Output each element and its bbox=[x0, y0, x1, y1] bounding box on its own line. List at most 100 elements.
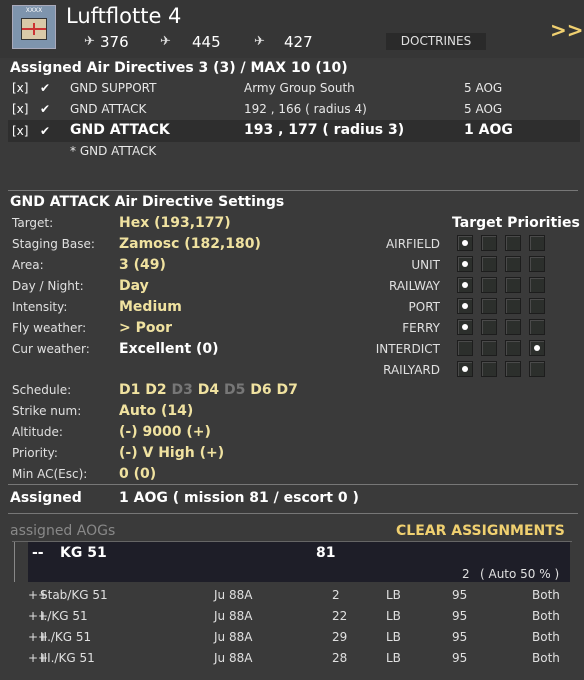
day-toggle[interactable]: D5 bbox=[224, 382, 245, 398]
altitude-decrease-button[interactable]: (-) bbox=[119, 424, 138, 440]
unit-aircraft: Ju 88A bbox=[214, 609, 253, 623]
field-label: Day / Night: bbox=[12, 279, 84, 293]
field-label: Cur weather: bbox=[12, 342, 90, 356]
priority-radio[interactable] bbox=[529, 319, 545, 335]
priority-radio[interactable] bbox=[505, 361, 521, 377]
recon-plane-icon: ✈ bbox=[254, 34, 265, 49]
unit-aircraft: Ju 88A bbox=[214, 588, 253, 602]
directive-toggle[interactable]: [x] bbox=[12, 81, 28, 95]
field-label: Fly weather: bbox=[12, 321, 87, 335]
day-toggle[interactable]: D7 bbox=[277, 382, 298, 398]
priority-row-label: AIRFIELD bbox=[385, 237, 440, 251]
strike-num-value[interactable]: Auto (14) bbox=[119, 403, 193, 419]
schedule-days[interactable]: D1 D2 D3 D4 D5 D6 D7 bbox=[119, 382, 298, 398]
directives-heading: Assigned Air Directives 3 (3) / MAX 10 (… bbox=[10, 60, 348, 76]
unit-name[interactable]: III./KG 51 bbox=[40, 651, 95, 665]
priority-radio[interactable] bbox=[529, 235, 545, 251]
priority-radio[interactable] bbox=[457, 256, 473, 272]
group-collapse-toggle[interactable]: -- bbox=[32, 545, 44, 561]
priority-radio[interactable] bbox=[457, 361, 473, 377]
directive-toggle[interactable]: [x] bbox=[12, 124, 28, 138]
settings-heading: GND ATTACK Air Directive Settings bbox=[10, 194, 285, 210]
unit-count: 29 bbox=[332, 630, 348, 644]
priority-radio[interactable] bbox=[529, 256, 545, 272]
priority-radio[interactable] bbox=[529, 340, 545, 356]
priority-radio[interactable] bbox=[529, 298, 545, 314]
staging-base-value[interactable]: Zamosc (182,180) bbox=[119, 236, 261, 252]
priority-row-label: PORT bbox=[408, 300, 440, 314]
priority-radio[interactable] bbox=[505, 319, 521, 335]
unit-mode[interactable]: Both bbox=[532, 630, 560, 644]
priority-radio[interactable] bbox=[529, 277, 545, 293]
priority-control: (-) V High (+) bbox=[119, 445, 224, 461]
directive-name[interactable]: GND SUPPORT bbox=[70, 81, 156, 95]
target-value[interactable]: Hex (193,177) bbox=[119, 215, 231, 231]
unit-experience: 95 bbox=[452, 609, 468, 623]
unit-count: 22 bbox=[332, 609, 348, 623]
priority-radio[interactable] bbox=[481, 277, 497, 293]
priority-row-label: RAILYARD bbox=[383, 363, 440, 377]
altitude-value: 9000 bbox=[142, 424, 182, 440]
directive-name[interactable]: GND ATTACK bbox=[70, 102, 146, 116]
priority-radio[interactable] bbox=[481, 235, 497, 251]
day-toggle[interactable]: D4 bbox=[198, 382, 219, 398]
assigned-label: Assigned bbox=[10, 490, 82, 506]
unit-name[interactable]: II./KG 51 bbox=[40, 630, 91, 644]
priority-row-label: RAILWAY bbox=[389, 279, 440, 293]
day-toggle[interactable]: D6 bbox=[250, 382, 271, 398]
priority-row-label: INTERDICT bbox=[375, 342, 440, 356]
priority-radio[interactable] bbox=[457, 298, 473, 314]
directive-sub-item[interactable]: * GND ATTACK bbox=[70, 144, 156, 158]
priority-radio[interactable] bbox=[457, 319, 473, 335]
unit-role: LB bbox=[386, 651, 401, 665]
unit-aircraft: Ju 88A bbox=[214, 630, 253, 644]
flag-icon bbox=[21, 18, 47, 40]
unit-mode[interactable]: Both bbox=[532, 651, 560, 665]
priority-radio[interactable] bbox=[457, 235, 473, 251]
unit-mode[interactable]: Both bbox=[532, 588, 560, 602]
directive-target: Army Group South bbox=[244, 81, 355, 95]
priority-radio[interactable] bbox=[505, 277, 521, 293]
hq-title: Luftflotte 4 bbox=[66, 4, 182, 28]
unit-name[interactable]: Stab/KG 51 bbox=[40, 588, 108, 602]
directive-toggle[interactable]: [x] bbox=[12, 102, 28, 116]
unit-mode[interactable]: Both bbox=[532, 609, 560, 623]
priority-decrease-button[interactable]: (-) bbox=[119, 445, 138, 461]
directive-name-selected[interactable]: GND ATTACK bbox=[70, 122, 170, 138]
priority-radio[interactable] bbox=[481, 319, 497, 335]
area-value[interactable]: 3 (49) bbox=[119, 257, 166, 273]
priority-row-label: UNIT bbox=[411, 258, 440, 272]
day-toggle[interactable]: D1 bbox=[119, 382, 140, 398]
priority-radio[interactable] bbox=[505, 256, 521, 272]
altitude-control: (-) 9000 (+) bbox=[119, 424, 211, 440]
divider bbox=[8, 484, 578, 485]
air-hq-emblem-icon[interactable]: XXXX bbox=[12, 5, 56, 49]
clear-assignments-button[interactable]: CLEAR ASSIGNMENTS bbox=[396, 523, 565, 539]
intensity-value[interactable]: Medium bbox=[119, 299, 182, 315]
priority-radio[interactable] bbox=[481, 361, 497, 377]
priority-row-label: FERRY bbox=[402, 321, 440, 335]
min-ac-value[interactable]: 0 (0) bbox=[119, 466, 156, 480]
next-button[interactable]: >> bbox=[550, 18, 584, 42]
assigned-value: 1 AOG ( mission 81 / escort 0 ) bbox=[119, 490, 359, 506]
unit-name[interactable]: I./KG 51 bbox=[40, 609, 88, 623]
priority-radio[interactable] bbox=[529, 361, 545, 377]
priority-radio[interactable] bbox=[505, 340, 521, 356]
group-name[interactable]: KG 51 bbox=[60, 545, 107, 561]
priority-radio[interactable] bbox=[481, 256, 497, 272]
priority-radio[interactable] bbox=[505, 298, 521, 314]
priority-radio[interactable] bbox=[481, 298, 497, 314]
group-id: 81 bbox=[316, 545, 336, 561]
priority-radio[interactable] bbox=[457, 277, 473, 293]
altitude-increase-button[interactable]: (+) bbox=[186, 424, 211, 440]
day-toggle[interactable]: D3 bbox=[172, 382, 193, 398]
priority-radio[interactable] bbox=[505, 235, 521, 251]
day-toggle[interactable]: D2 bbox=[145, 382, 166, 398]
unit-count: 28 bbox=[332, 651, 348, 665]
priority-radio[interactable] bbox=[481, 340, 497, 356]
fly-weather-value[interactable]: > Poor bbox=[119, 320, 172, 336]
priority-radio[interactable] bbox=[457, 340, 473, 356]
priority-increase-button[interactable]: (+) bbox=[200, 445, 225, 461]
doctrines-button[interactable]: DOCTRINES bbox=[386, 33, 486, 50]
day-night-value[interactable]: Day bbox=[119, 278, 149, 294]
